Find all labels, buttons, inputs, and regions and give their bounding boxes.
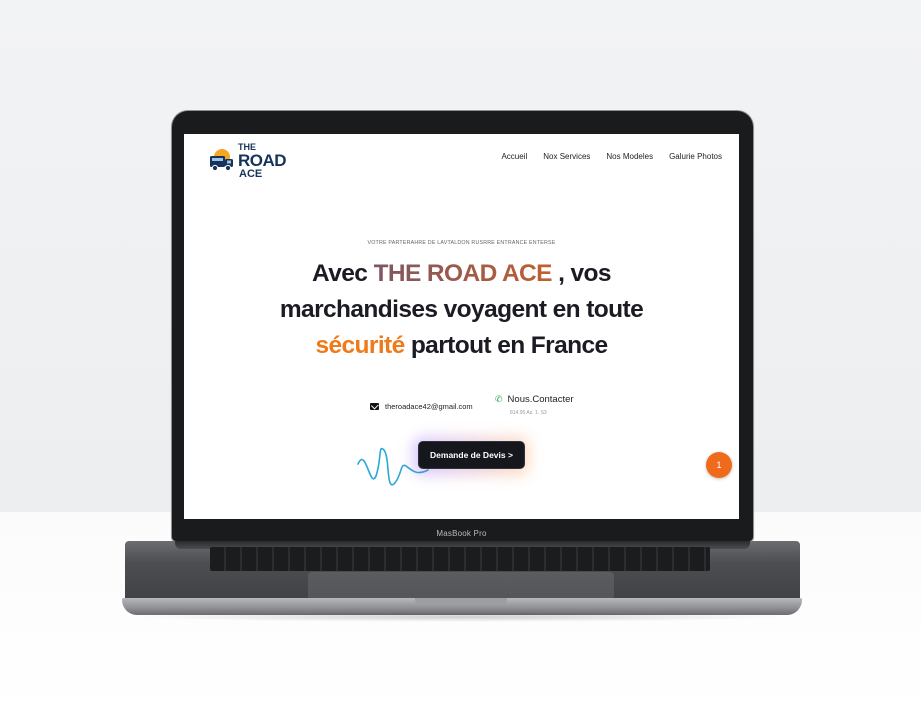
- laptop-notch: [415, 598, 507, 605]
- headline-highlight: sécurité: [315, 332, 405, 359]
- mail-icon: [370, 403, 379, 410]
- request-quote-button[interactable]: Demande de Devis >: [418, 441, 525, 469]
- phone-number: 814.95 Az. 1. S3: [510, 410, 547, 416]
- laptop-keyboard: [210, 547, 710, 571]
- headline-part3: partout en France: [404, 332, 608, 359]
- hero-kicker: VOTRE PARTERAHRE DE LAVTALDON RUSRRE ENT…: [367, 240, 556, 246]
- laptop-trackpad: [308, 572, 614, 600]
- phone-icon: ✆: [495, 394, 503, 404]
- phone-contact[interactable]: ✆ Nous.Contacter: [495, 394, 574, 405]
- nav-item-services[interactable]: Nox Services: [543, 152, 590, 161]
- headline-part2: , vos: [551, 260, 611, 287]
- floating-counter-button[interactable]: 1: [706, 452, 732, 478]
- logo-line-road: ROAD: [238, 151, 287, 170]
- laptop-shadow: [130, 612, 794, 622]
- nav-item-accueil[interactable]: Accueil: [501, 152, 527, 161]
- laptop-model-label: MasBook Pro: [436, 529, 487, 538]
- nav-item-modeles[interactable]: Nos Modeles: [606, 152, 653, 161]
- top-nav: Accueil Nox Services Nos Modeles Galurie…: [485, 152, 722, 161]
- headline-brand: THE ROAD ACE: [373, 260, 553, 287]
- nav-item-galerie[interactable]: Galurie Photos: [669, 152, 722, 161]
- hero-headline: Avec THE ROAD ACE , vos marchandises voy…: [184, 256, 739, 364]
- headline-line2: marchandises voyagent en toute: [279, 296, 644, 323]
- truck-icon: [210, 149, 233, 172]
- site-logo[interactable]: THE ROAD ACE: [208, 140, 288, 180]
- email-contact[interactable]: theroadace42@gmail.com: [370, 402, 473, 411]
- headline-part1: Avec: [312, 260, 374, 287]
- logo-line-ace: ACE: [239, 168, 263, 180]
- laptop-screen: THE ROAD ACE Accueil Nox Services Nos Mo…: [184, 134, 739, 519]
- email-address: theroadace42@gmail.com: [385, 402, 473, 411]
- logo-wordmark: THE ROAD ACE: [238, 143, 287, 180]
- contact-label: Nous.Contacter: [507, 394, 574, 405]
